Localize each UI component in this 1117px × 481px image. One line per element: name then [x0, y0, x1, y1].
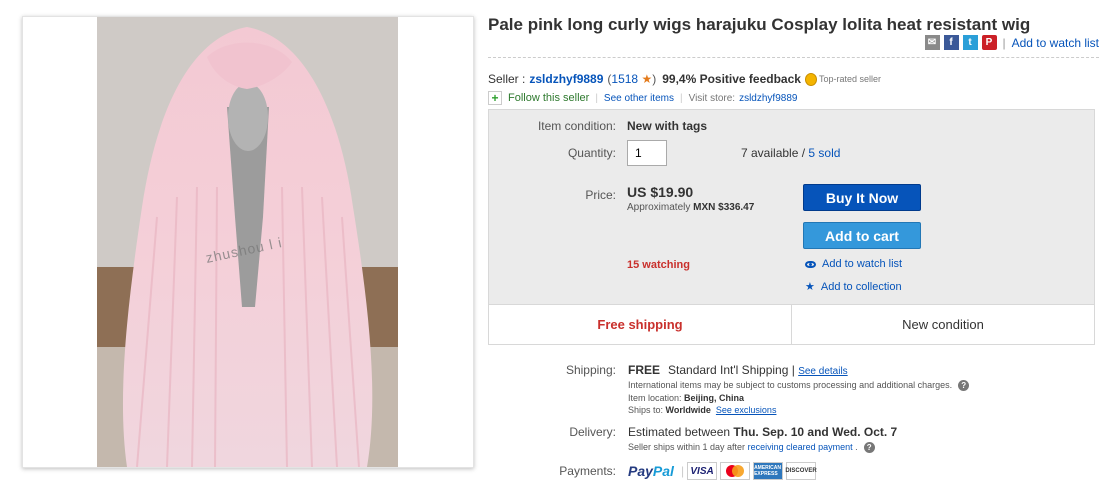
handling-period: .	[855, 442, 858, 452]
new-condition-badge: New condition	[791, 305, 1094, 344]
pinterest-icon[interactable]: P	[981, 35, 997, 50]
feedback-score: (1518 ★)	[607, 72, 657, 86]
buy-it-now-button[interactable]: Buy It Now	[803, 184, 921, 211]
help-icon[interactable]: ?	[958, 380, 970, 392]
delivery-estimate: Estimated between Thu. Sep. 10 and Wed. …	[628, 425, 897, 439]
help-icon[interactable]: ?	[863, 442, 875, 454]
paypal-text-1: Pay	[628, 463, 653, 479]
star-icon: ★	[805, 281, 815, 293]
quantity-label: Quantity:	[567, 146, 616, 160]
available-count: 7 available /	[741, 146, 806, 160]
price-value: US $19.90	[627, 184, 694, 200]
paypal-text-2: Pal	[652, 463, 674, 479]
shipping-method: Standard Int'l Shipping |	[668, 363, 795, 377]
top-rated-seller-label: Top-rated seller	[818, 74, 881, 84]
divider: |	[595, 92, 598, 104]
add-to-watch-list-label: Add to watch list	[822, 258, 903, 270]
customs-note-text: International items may be subject to cu…	[628, 380, 953, 390]
payment-methods: PayPal | VISA AMERICAN EXPRESS DISCOVER	[628, 462, 817, 480]
divider: |	[680, 464, 685, 478]
divider: |	[1002, 35, 1006, 50]
item-location-label: Item location:	[628, 393, 682, 403]
quantity-input[interactable]	[627, 140, 667, 166]
seller-label: Seller :	[488, 72, 526, 86]
visa-icon: VISA	[687, 462, 718, 480]
follow-row: + Follow this seller | See other items |…	[488, 91, 797, 105]
add-to-collection-label: Add to collection	[820, 280, 902, 293]
divider: |	[679, 92, 683, 104]
watching-count: 15 watching	[627, 259, 690, 271]
sold-count-link[interactable]: 5 sold	[808, 146, 840, 160]
share-row: ✉ f t P | Add to watch list	[924, 35, 1099, 50]
availability: 7 available / 5 sold	[741, 146, 840, 160]
main-image-panel[interactable]: zhushou l i	[22, 16, 474, 468]
add-to-watch-list-action[interactable]: Add to watch list	[805, 258, 902, 270]
approx-value: MXN $336.47	[693, 202, 755, 213]
see-other-items-link[interactable]: See other items	[604, 93, 674, 104]
positive-feedback: 99,4% Positive feedback	[662, 72, 801, 86]
shipping-free: FREE	[628, 363, 661, 377]
amex-icon: AMERICAN EXPRESS	[753, 462, 784, 480]
handling-note: Seller ships within 1 day after receivin…	[628, 442, 875, 454]
price-label: Price:	[585, 188, 616, 202]
ships-to: Ships to: Worldwide See exclusions	[628, 405, 776, 415]
seller-name-link[interactable]: zsldzhyf9889	[529, 72, 603, 86]
eye-icon	[805, 260, 816, 268]
mail-icon[interactable]: ✉	[924, 35, 940, 50]
mastercard-icon	[720, 462, 751, 480]
payments-label: Payments:	[559, 464, 616, 478]
feedback-star-icon: ★	[641, 72, 653, 86]
seller-info: Seller : zsldzhyf9889 (1518 ★) 99,4% Pos…	[488, 72, 881, 86]
see-exclusions-link[interactable]: See exclusions	[716, 405, 777, 415]
paypal-logo: PayPal	[628, 463, 674, 479]
free-shipping-badge: Free shipping	[597, 317, 683, 332]
receiving-payment-link[interactable]: receiving cleared payment	[748, 442, 853, 452]
twitter-icon[interactable]: t	[962, 35, 978, 50]
shipping-main: FREE Standard Int'l Shipping | See detail…	[628, 363, 848, 377]
add-to-watch-list-link[interactable]: Add to watch list	[1012, 36, 1099, 50]
item-location-value: Beijing, China	[684, 393, 745, 403]
top-rated-seller-icon	[804, 72, 817, 86]
product-photo[interactable]: zhushou l i	[97, 17, 398, 467]
feedback-score-link[interactable]: 1518	[611, 72, 638, 86]
customs-note: International items may be subject to cu…	[628, 380, 970, 392]
item-location: Item location: Beijing, China	[628, 393, 744, 403]
facebook-icon[interactable]: f	[943, 35, 959, 50]
item-condition-value: New with tags	[627, 119, 708, 133]
buy-box: Item condition: New with tags Quantity: …	[488, 109, 1095, 345]
item-condition-label: Item condition:	[537, 119, 616, 133]
see-details-link[interactable]: See details	[798, 366, 847, 377]
ships-within-text: Seller ships within 1 day after	[628, 442, 746, 452]
plus-icon[interactable]: +	[488, 91, 502, 105]
approx-prefix: Approximately	[627, 202, 691, 213]
delivery-dates: Thu. Sep. 10 and Wed. Oct. 7	[733, 425, 898, 439]
follow-seller-link[interactable]: Follow this seller	[508, 92, 589, 104]
highlights-strip: Free shipping New condition	[489, 304, 1094, 344]
listing-title: Pale pink long curly wigs harajuku Cospl…	[488, 15, 1031, 34]
ships-to-label: Ships to:	[628, 405, 664, 415]
delivery-label: Delivery:	[569, 425, 616, 439]
ships-to-value: Worldwide	[665, 405, 711, 415]
discover-icon: DISCOVER	[785, 462, 817, 480]
delivery-prefix: Estimated between	[628, 425, 731, 439]
visit-store-label: Visit store:	[688, 92, 736, 104]
store-name-link[interactable]: zsldzhyf9889	[739, 93, 797, 104]
shipping-label: Shipping:	[565, 363, 616, 377]
title-divider	[488, 57, 1099, 58]
add-to-collection-action[interactable]: ★ Add to collection	[805, 280, 902, 294]
add-to-cart-button[interactable]: Add to cart	[803, 222, 921, 249]
approx-price: Approximately MXN $336.47	[627, 202, 754, 213]
